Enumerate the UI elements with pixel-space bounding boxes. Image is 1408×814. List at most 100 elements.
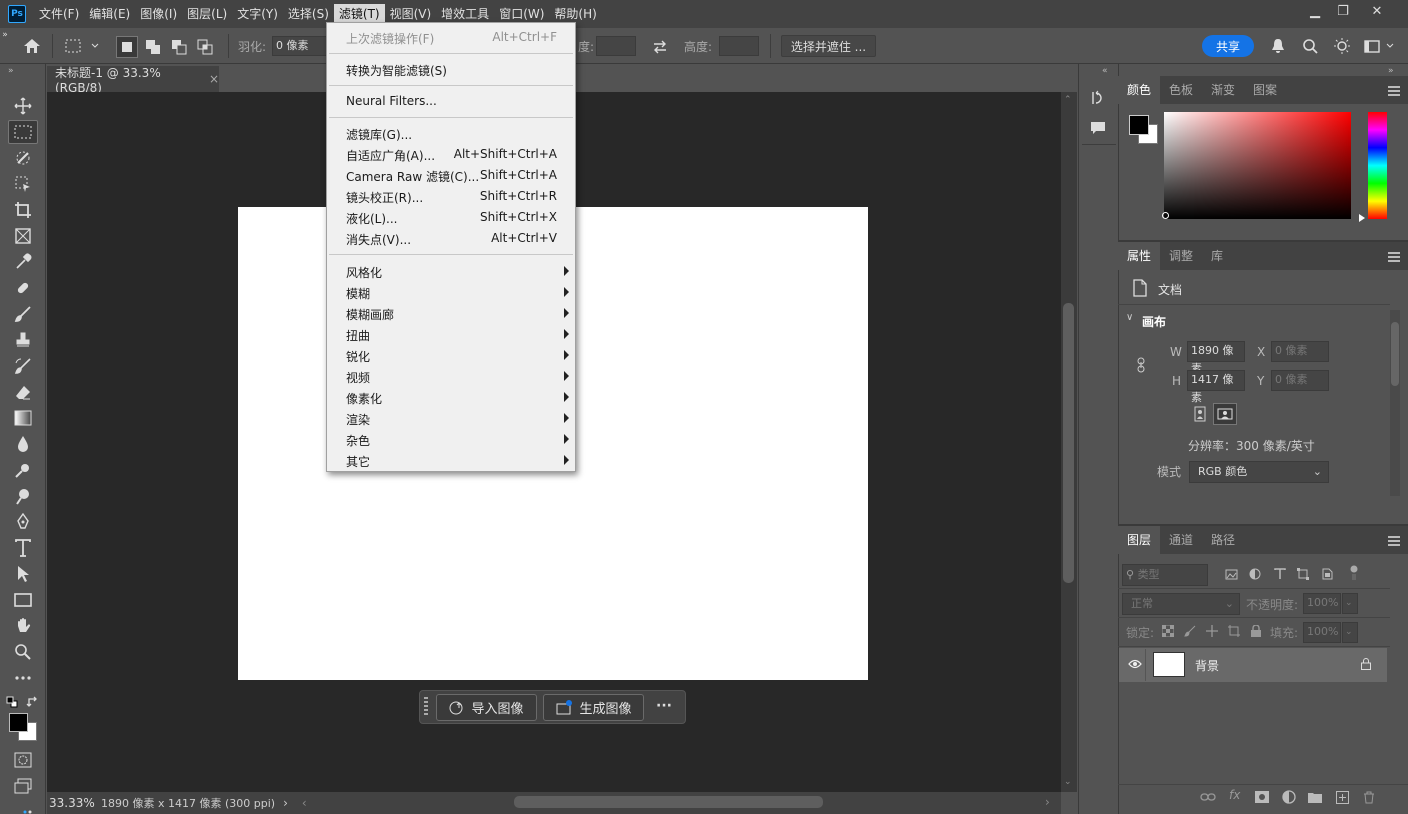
layer-filter-select[interactable]: ⚲ 类型 — [1122, 564, 1208, 586]
pen-tool-icon[interactable] — [8, 510, 38, 534]
quick-mask-icon[interactable] — [8, 748, 38, 772]
search-icon[interactable] — [1300, 36, 1320, 56]
filter-menu-item[interactable]: 自适应广角(A)... Alt+Shift+Ctrl+A — [327, 144, 575, 165]
object-selection-tool-icon[interactable] — [8, 146, 38, 170]
menu-item[interactable]: 文字(Y) — [232, 0, 283, 28]
filter-menu-item[interactable]: 视频 — [327, 366, 575, 387]
landscape-orientation-icon[interactable] — [1213, 403, 1237, 425]
dodge-tool-icon[interactable] — [8, 458, 38, 482]
menu-item[interactable]: 文件(F) — [34, 0, 84, 28]
lock-all-icon[interactable] — [1249, 624, 1263, 638]
new-group-icon[interactable] — [1307, 790, 1323, 804]
layers-panel-tab[interactable]: 路径 — [1202, 526, 1244, 554]
properties-scroll-thumb[interactable] — [1391, 322, 1399, 386]
filter-menu-item[interactable]: Camera Raw 滤镜(C)... Shift+Ctrl+A — [327, 165, 575, 186]
select-and-mask-button[interactable]: 选择并遮住 ... — [781, 35, 876, 57]
marquee-preset-picker[interactable] — [62, 36, 102, 56]
link-layers-icon[interactable] — [1200, 790, 1216, 804]
menu-item[interactable]: 滤镜(T) — [333, 4, 385, 24]
toolbar-collapse-icon[interactable]: » — [8, 66, 14, 76]
filter-shape-icon[interactable] — [1296, 567, 1310, 581]
fx-icon[interactable]: fx — [1229, 788, 1240, 802]
scroll-down-icon[interactable]: ⌄ — [1064, 777, 1072, 787]
color-field[interactable] — [1164, 112, 1351, 219]
marquee-tool-icon[interactable] — [8, 120, 38, 144]
hand-tool-icon[interactable] — [8, 614, 38, 638]
path-selection-tool-icon[interactable] — [8, 562, 38, 586]
properties-panel-tab[interactable]: 属性 — [1118, 242, 1161, 270]
fill-input[interactable]: 100% — [1303, 622, 1341, 643]
layer-thumbnail[interactable] — [1153, 652, 1185, 677]
menu-item[interactable]: 图层(L) — [182, 0, 232, 28]
share-button[interactable]: 共享 — [1202, 35, 1254, 57]
lock-image-brush-icon[interactable] — [1183, 624, 1197, 638]
filter-menu-item[interactable]: 镜头校正(R)... Shift+Ctrl+R — [327, 186, 575, 207]
zoom-tool-icon[interactable] — [8, 640, 38, 664]
default-colors-icon[interactable] — [6, 696, 18, 708]
lasso-object-tool-icon[interactable] — [8, 172, 38, 196]
type-tool-icon[interactable] — [8, 536, 38, 560]
color-panel-menu-icon[interactable] — [1388, 86, 1400, 96]
filter-pixel-icon[interactable] — [1224, 567, 1238, 581]
history-brush-tool-icon[interactable] — [8, 354, 38, 378]
menu-item[interactable]: 图像(I) — [135, 0, 182, 28]
blend-mode-select[interactable]: 正常 ⌄ — [1122, 593, 1240, 615]
discover-lightbulb-icon[interactable] — [1332, 36, 1352, 56]
layer-row[interactable]: 背景 — [1119, 648, 1387, 682]
zoom-level[interactable]: 33.33% — [49, 796, 99, 810]
scroll-left-icon[interactable]: ‹ — [302, 796, 307, 810]
add-mask-icon[interactable] — [1254, 790, 1270, 804]
filter-menu-item[interactable]: 像素化 — [327, 387, 575, 408]
filter-menu-item[interactable]: 风格化 — [327, 261, 575, 282]
filter-menu-item[interactable]: 渲染 — [327, 408, 575, 429]
dock-collapse-icon[interactable]: « — [1102, 66, 1108, 76]
layers-panel-menu-icon[interactable] — [1388, 536, 1400, 546]
filter-adjustment-icon[interactable] — [1248, 567, 1262, 581]
close-window-icon[interactable]: ✕ — [1360, 0, 1394, 22]
clone-stamp-tool-icon[interactable] — [8, 328, 38, 352]
new-adjustment-layer-icon[interactable] — [1281, 790, 1297, 804]
filter-menu-item[interactable]: 模糊 — [327, 282, 575, 303]
fill-dropdown-icon[interactable]: ⌄ — [1342, 622, 1358, 643]
filter-menu-item[interactable]: 滤镜库(G)... — [327, 123, 575, 144]
opacity-dropdown-icon[interactable]: ⌄ — [1342, 593, 1358, 614]
section-chevron-icon[interactable]: ∨ — [1126, 312, 1133, 323]
filter-menu-item[interactable]: 液化(L)... Shift+Ctrl+X — [327, 207, 575, 228]
gradient-tool-icon[interactable] — [8, 406, 38, 430]
scroll-up-icon[interactable]: ⌃ — [1064, 95, 1072, 105]
vertical-scroll-thumb[interactable] — [1063, 303, 1074, 583]
restore-icon[interactable]: ❐ — [1326, 0, 1360, 22]
canvas-y-input[interactable]: 0 像素 — [1271, 370, 1329, 391]
scroll-right-icon[interactable]: › — [1045, 795, 1050, 809]
comments-panel-icon[interactable] — [1088, 118, 1108, 138]
filter-menu-item[interactable]: Neural Filters... — [327, 91, 575, 112]
more-tools-icon[interactable] — [8, 666, 38, 690]
hue-slider[interactable] — [1368, 112, 1387, 219]
home-icon[interactable] — [22, 36, 42, 56]
properties-panel-menu-icon[interactable] — [1388, 252, 1400, 262]
layers-panel-tab[interactable]: 通道 — [1160, 526, 1202, 554]
layer-lock-icon[interactable] — [1361, 658, 1371, 673]
blur-tool-icon[interactable] — [8, 432, 38, 456]
color-mode-select[interactable]: RGB 颜色 ⌄ — [1189, 461, 1329, 483]
color-panel-tab[interactable]: 渐变 — [1202, 76, 1244, 104]
feather-input[interactable]: 0 像素 — [272, 36, 328, 56]
history-panel-icon[interactable] — [1088, 88, 1108, 108]
eyedropper-tool-icon[interactable] — [8, 250, 38, 274]
eye-visibility-icon[interactable] — [1128, 658, 1142, 672]
canvas-height-input[interactable]: 1417 像素 — [1187, 370, 1245, 404]
status-menu-arrow[interactable]: › — [283, 796, 288, 810]
frame-tool-icon[interactable] — [8, 224, 38, 248]
link-dimensions-icon[interactable] — [1134, 356, 1148, 374]
bell-icon[interactable] — [1268, 36, 1288, 56]
filter-menu-item[interactable]: 其它 — [327, 450, 575, 471]
canvas-x-input[interactable]: 0 像素 — [1271, 341, 1329, 362]
document-tab[interactable]: 未标题-1 @ 33.3%(RGB/8) × — [47, 66, 219, 95]
filter-menu-item[interactable]: 转换为智能滤镜(S) — [327, 59, 575, 80]
color-panel-foreground-swatch[interactable] — [1129, 115, 1149, 135]
filter-toggle-icon[interactable] — [1350, 565, 1358, 581]
filter-menu-item[interactable]: 扭曲 — [327, 324, 575, 345]
portrait-orientation-icon[interactable] — [1189, 403, 1211, 425]
new-layer-icon[interactable] — [1334, 790, 1350, 804]
lock-position-icon[interactable] — [1205, 624, 1219, 638]
